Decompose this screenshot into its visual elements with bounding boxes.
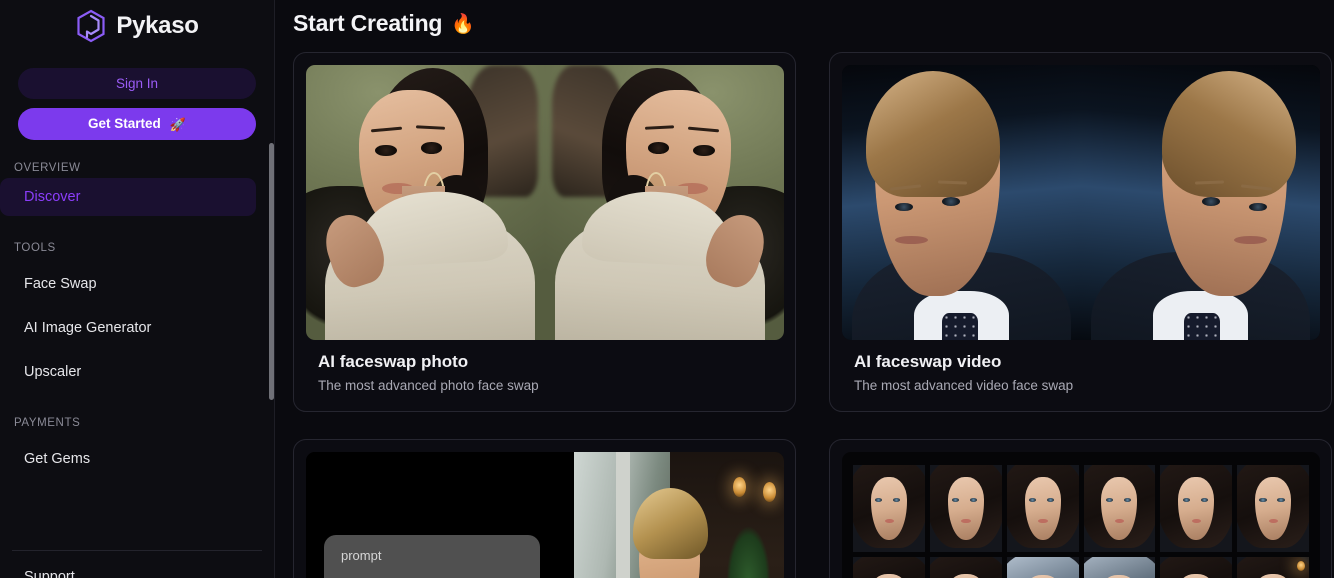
get-started-label: Get Started xyxy=(88,116,161,131)
section-label-overview: OVERVIEW xyxy=(14,162,81,174)
sidebar-nav: OVERVIEW Discover TOOLS Face Swap AI Ima… xyxy=(0,158,274,550)
mirrored-portrait-woman-trenchcoat-image xyxy=(306,65,784,340)
sidebar-item-support[interactable]: Support xyxy=(0,551,274,578)
card-portrait-gallery[interactable] xyxy=(829,439,1332,578)
sidebar-scrollbar-thumb[interactable] xyxy=(269,143,274,400)
mirrored-portrait-man-suit-image xyxy=(842,65,1320,340)
portrait-gallery-grid xyxy=(853,465,1309,578)
card-title: AI faceswap video xyxy=(854,352,1002,371)
page-title: Start Creating 🔥 xyxy=(293,0,1316,40)
cards-grid: AI faceswap photo The most advanced phot… xyxy=(293,52,1332,578)
gallery-thumb[interactable] xyxy=(1237,465,1309,552)
main-content: Start Creating 🔥 AI faceswap photo The m… xyxy=(275,0,1334,578)
gallery-thumb[interactable] xyxy=(1006,557,1079,578)
gallery-thumb[interactable] xyxy=(929,557,1002,578)
get-started-button[interactable]: Get Started 🚀 xyxy=(18,108,256,140)
sidebar-item-face-swap[interactable]: Face Swap xyxy=(0,265,256,303)
gallery-thumb[interactable] xyxy=(1083,465,1156,552)
section-label-payments: PAYMENTS xyxy=(14,417,81,429)
rocket-icon: 🚀 xyxy=(169,117,186,132)
gallery-thumb[interactable] xyxy=(1006,465,1079,552)
pykaso-hexagon-logo-icon xyxy=(75,9,107,43)
brand-logo[interactable]: Pykaso xyxy=(0,0,274,48)
app-root: Pykaso Sign In Get Started 🚀 OVERVIEW Dis… xyxy=(0,0,1334,578)
card-media-portrait-gallery xyxy=(842,452,1320,578)
prompt-box[interactable]: prompt Picture of a blond man 25 years xyxy=(324,535,540,578)
gallery-thumb[interactable] xyxy=(853,465,925,552)
flame-icon: 🔥 xyxy=(451,14,475,35)
prompt-label: prompt xyxy=(341,548,382,563)
sidebar-scrollbar-track[interactable] xyxy=(269,110,274,540)
gallery-thumb[interactable] xyxy=(853,557,925,578)
gallery-thumb[interactable] xyxy=(929,465,1002,552)
gallery-thumb[interactable] xyxy=(1160,465,1233,552)
card-media-faceswap-photo xyxy=(306,65,784,340)
sidebar-item-get-gems[interactable]: Get Gems xyxy=(0,440,256,478)
section-label-tools: TOOLS xyxy=(14,242,56,254)
card-media-image-generator: prompt Picture of a blond man 25 years xyxy=(306,452,784,578)
card-subtitle: The most advanced photo face swap xyxy=(318,378,539,393)
page-title-text: Start Creating xyxy=(293,10,443,36)
gallery-thumb[interactable] xyxy=(1160,557,1233,578)
sidebar: Pykaso Sign In Get Started 🚀 OVERVIEW Dis… xyxy=(0,0,275,578)
prompt-panel: prompt Picture of a blond man 25 years xyxy=(306,452,574,578)
sidebar-item-ai-image-generator[interactable]: AI Image Generator xyxy=(0,309,256,347)
sidebar-item-upscaler[interactable]: Upscaler xyxy=(0,353,256,391)
card-subtitle: The most advanced video face swap xyxy=(854,378,1074,393)
card-ai-faceswap-photo[interactable]: AI faceswap photo The most advanced phot… xyxy=(293,52,796,412)
generated-photo-blond-man xyxy=(573,452,784,578)
brand-name: Pykaso xyxy=(116,12,199,39)
sign-in-button[interactable]: Sign In xyxy=(18,68,256,99)
sidebar-item-discover[interactable]: Discover xyxy=(0,178,256,216)
card-media-faceswap-video xyxy=(842,65,1320,340)
gallery-thumb[interactable] xyxy=(1083,557,1156,578)
card-title: AI faceswap photo xyxy=(318,352,469,371)
card-ai-faceswap-video[interactable]: AI faceswap video The most advanced vide… xyxy=(829,52,1332,412)
gallery-thumb[interactable] xyxy=(1237,557,1309,578)
card-ai-image-generator[interactable]: prompt Picture of a blond man 25 years xyxy=(293,439,796,578)
